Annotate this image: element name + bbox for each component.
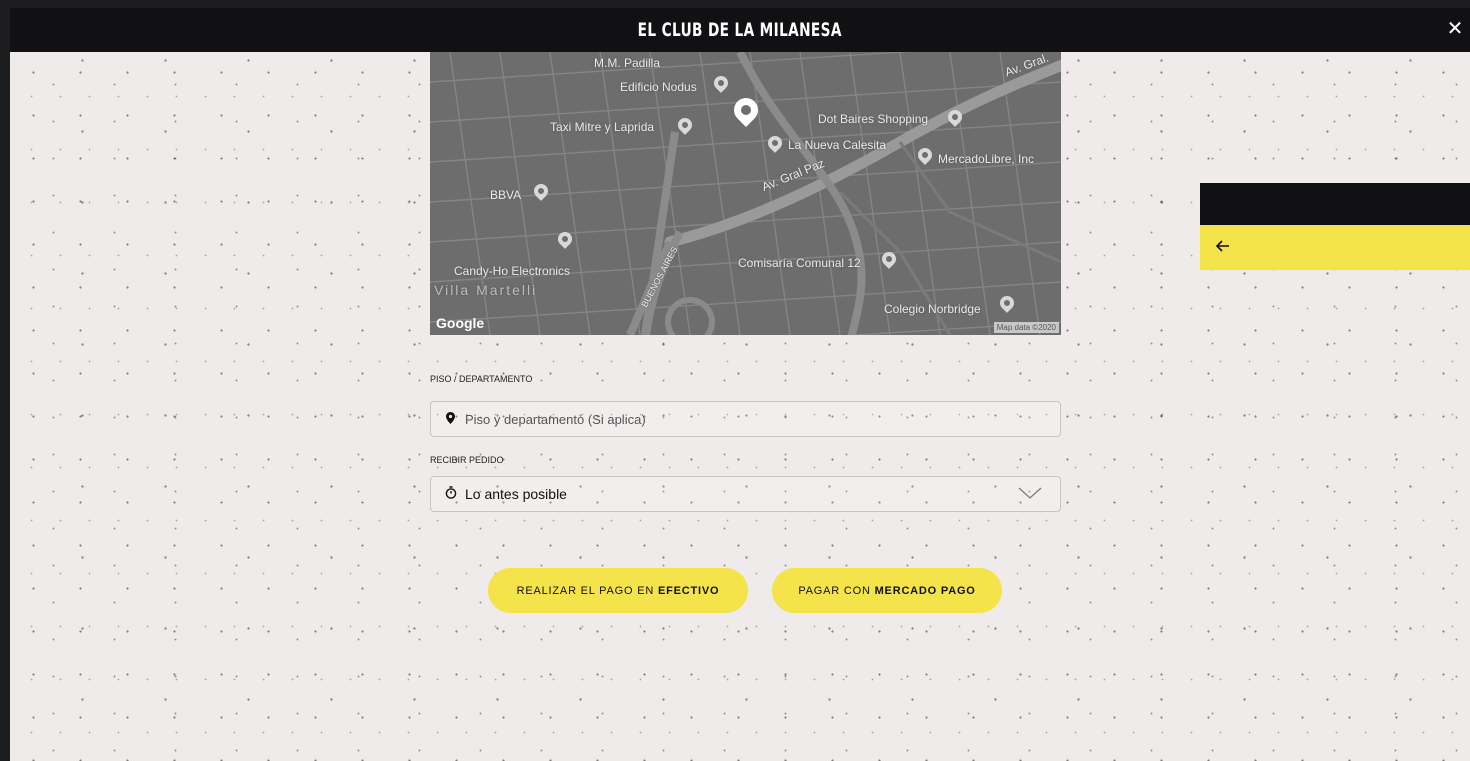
pay-cash-bold: EFECTIVO [657, 584, 720, 597]
piso-field[interactable] [430, 401, 1061, 437]
map-label: M.M. Padilla [594, 56, 661, 70]
map[interactable]: M.M. Padilla Edificio Nodus Taxi Mitre y… [430, 52, 1061, 335]
map-label: Taxi Mitre y Laprida [550, 120, 655, 134]
map-attribution[interactable]: Map data ©2020 [993, 322, 1059, 333]
map-label: Dot Baires Shopping [818, 112, 929, 126]
header-bar: EL CLUB DE LA MILANESA ✕ [10, 8, 1470, 52]
recibir-value: Lo antes posible [465, 486, 567, 502]
pay-mp-prefix: PAGAR CON [798, 584, 875, 597]
brand-title: EL CLUB DE LA MILANESA [637, 19, 843, 41]
map-label: Candy-Ho Electronics [454, 264, 571, 278]
map-label: La Nueva Calesita [788, 138, 887, 152]
pay-cash-button[interactable]: REALIZAR EL PAGO EN EFECTIVO [488, 568, 748, 613]
pay-mp-bold: MERCADO PAGO [874, 584, 976, 597]
map-label: Colegio Norbridge [884, 302, 981, 316]
map-label: MercadoLibre, Inc [938, 152, 1035, 166]
map-label: Edificio Nodus [620, 80, 697, 94]
arrow-left-icon[interactable] [1215, 239, 1230, 257]
map-label: BBVA [490, 188, 522, 202]
piso-label: PISO / DEPARTAMENTO [430, 374, 533, 384]
map-label: Villa Martelli [434, 282, 538, 298]
google-logo: Google [436, 315, 485, 331]
timer-icon [445, 486, 457, 502]
recibir-select[interactable]: Lo antes posible [430, 476, 1061, 512]
pay-mercadopago-button[interactable]: PAGAR CON MERCADO PAGO [772, 568, 1002, 613]
side-panel-nav [1200, 225, 1470, 270]
recibir-label: RECIBIR PEDIDO [430, 455, 504, 465]
chevron-down-icon[interactable] [1018, 486, 1042, 503]
piso-input[interactable] [465, 411, 1025, 427]
side-panel-header [1200, 183, 1470, 225]
close-icon[interactable]: ✕ [1444, 18, 1466, 40]
map-label: Comisaría Comunal 12 [738, 256, 861, 270]
pay-cash-prefix: REALIZAR EL PAGO EN [516, 584, 658, 597]
location-pin-icon [445, 411, 455, 427]
